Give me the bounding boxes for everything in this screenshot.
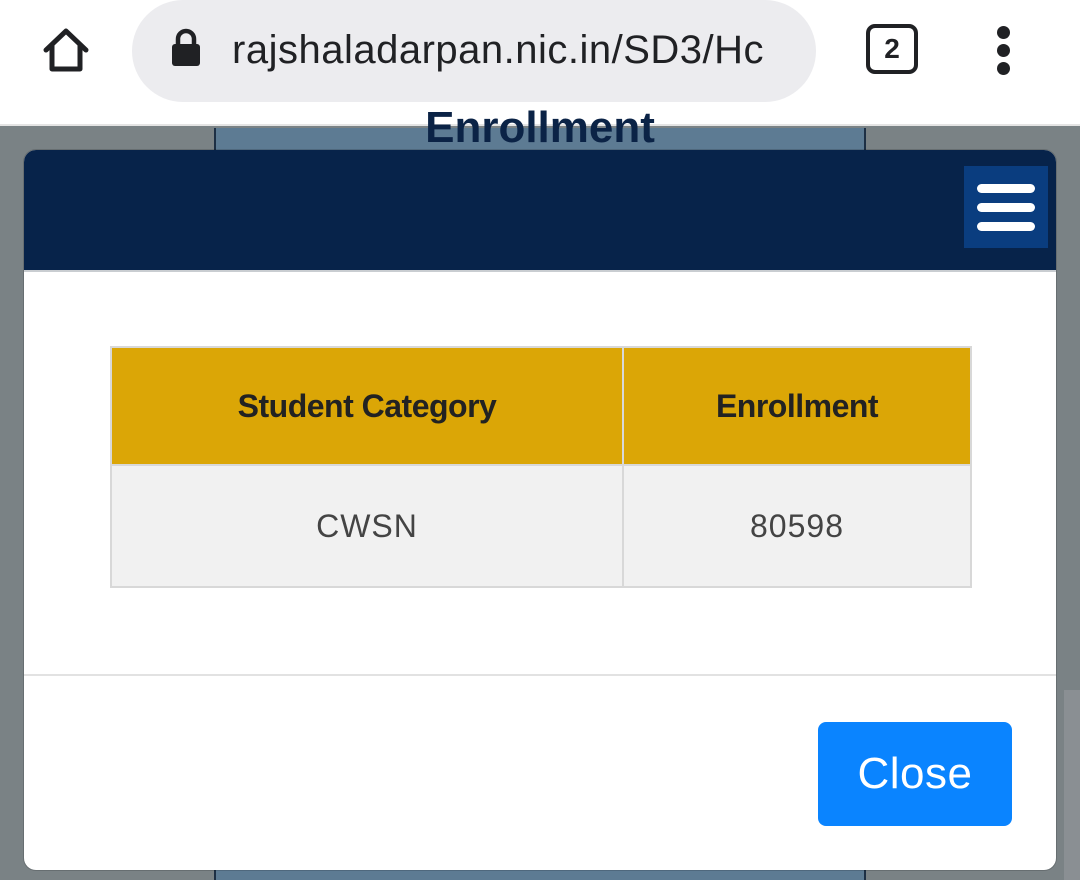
header-student-category: Student Category — [110, 346, 624, 466]
enrollment-modal: Student Category Enrollment CWSN 80598 C… — [24, 150, 1056, 870]
close-button[interactable]: Close — [818, 722, 1012, 826]
menu-toggle-button[interactable] — [964, 166, 1048, 248]
header-enrollment: Enrollment — [622, 346, 972, 466]
url-text: rajshaladarpan.nic.in/SD3/Hc — [232, 28, 765, 72]
tab-switcher-button[interactable]: 2 — [866, 24, 918, 74]
background-strip — [1064, 690, 1080, 880]
hamburger-icon — [977, 184, 1035, 193]
table-header-row: Student Category Enrollment — [110, 346, 972, 466]
modal-header — [24, 150, 1056, 272]
home-button[interactable] — [30, 14, 102, 86]
cell-enrollment: 80598 — [622, 464, 972, 588]
modal-footer: Close — [24, 674, 1056, 870]
enrollment-table: Student Category Enrollment CWSN 80598 — [110, 346, 972, 588]
browser-menu-button[interactable] — [984, 20, 1024, 80]
cell-category: CWSN — [110, 464, 624, 588]
lock-icon — [172, 28, 200, 66]
home-icon — [43, 28, 89, 72]
address-bar[interactable]: rajshaladarpan.nic.in/SD3/Hc — [132, 0, 816, 102]
vertical-dots-icon — [997, 26, 1010, 39]
table-row: CWSN 80598 — [110, 464, 972, 588]
background-heading: Enrollment — [425, 103, 655, 152]
modal-body: Student Category Enrollment CWSN 80598 — [24, 272, 1056, 676]
